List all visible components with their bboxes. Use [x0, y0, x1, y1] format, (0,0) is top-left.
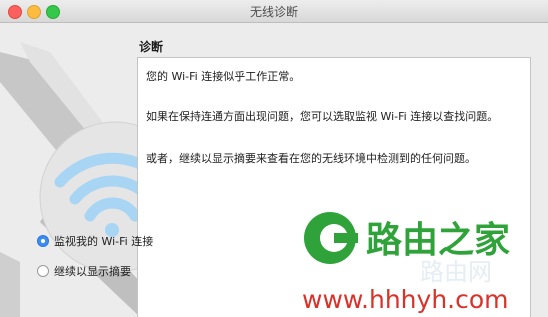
- window-title: 无线诊断: [249, 5, 298, 19]
- radio-button[interactable]: [37, 265, 49, 277]
- help-text: 如果在保持连通方面出现问题，您可以选取监视 Wi-Fi 连接以查找问题。: [146, 110, 499, 123]
- watermark-ghost: 路由网: [420, 258, 492, 286]
- title-bar: 无线诊断: [0, 0, 548, 23]
- alternative-text: 或者，继续以显示摘要来查看在您的无线环境中检测到的任何问题。: [146, 152, 476, 165]
- section-title: 诊断: [139, 40, 164, 54]
- watermark: 路由之家 路由网 www.hhhyh.com: [302, 212, 510, 314]
- watermark-url: www.hhhyh.com: [302, 285, 509, 314]
- watermark-logo-icon: [304, 212, 358, 264]
- option-label: 继续以显示摘要: [54, 265, 131, 278]
- status-text: 您的 Wi-Fi 连接似乎工作正常。: [146, 70, 301, 83]
- watermark-brand: 路由之家: [366, 220, 510, 261]
- option-label: 监视我的 Wi-Fi 连接: [54, 235, 154, 248]
- radio-button-selected[interactable]: [37, 235, 49, 247]
- wireless-diagnostics-window: 无线诊断 诊断 您的 Wi-Fi 连接似乎工作正常。 如果在保持连通方面出现问题…: [0, 0, 548, 317]
